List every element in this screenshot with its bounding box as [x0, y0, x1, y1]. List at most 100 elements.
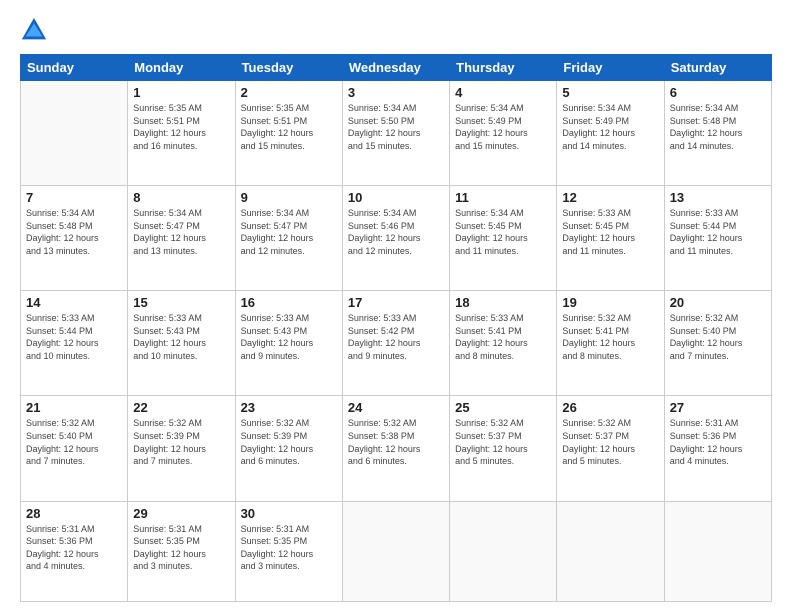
calendar-cell: 13 Sunrise: 5:33 AM Sunset: 5:44 PM Dayli…	[664, 186, 771, 291]
calendar-cell: 11Sunrise: 5:34 AM Sunset: 5:45 PM Dayli…	[450, 186, 557, 291]
calendar-table: SundayMondayTuesdayWednesdayThursdayFrid…	[20, 54, 772, 602]
day-number: 2	[241, 85, 337, 100]
calendar-cell: 16Sunrise: 5:33 AM Sunset: 5:43 PM Dayli…	[235, 291, 342, 396]
calendar-cell	[557, 501, 664, 601]
day-number: 30	[241, 506, 337, 521]
calendar-cell: 21Sunrise: 5:32 AM Sunset: 5:40 PM Dayli…	[21, 396, 128, 501]
day-info: Sunrise: 5:34 AM Sunset: 5:50 PM Dayligh…	[348, 102, 444, 152]
day-number: 1	[133, 85, 229, 100]
header	[20, 16, 772, 44]
day-number: 14	[26, 295, 122, 310]
day-number: 25	[455, 400, 551, 415]
day-number: 23	[241, 400, 337, 415]
weekday-header-sunday: Sunday	[21, 55, 128, 81]
day-number: 11	[455, 190, 551, 205]
calendar-cell	[664, 501, 771, 601]
logo	[20, 16, 52, 44]
calendar-cell: 9 Sunrise: 5:34 AM Sunset: 5:47 PM Daylig…	[235, 186, 342, 291]
calendar-cell: 14Sunrise: 5:33 AM Sunset: 5:44 PM Dayli…	[21, 291, 128, 396]
day-info: Sunrise: 5:31 AM Sunset: 5:35 PM Dayligh…	[241, 523, 337, 573]
day-info: Sunrise: 5:32 AM Sunset: 5:38 PM Dayligh…	[348, 417, 444, 467]
calendar-cell: 24Sunrise: 5:32 AM Sunset: 5:38 PM Dayli…	[342, 396, 449, 501]
calendar-cell: 25 Sunrise: 5:32 AM Sunset: 5:37 PM Dayli…	[450, 396, 557, 501]
day-info: Sunrise: 5:34 AM Sunset: 5:48 PM Dayligh…	[26, 207, 122, 257]
day-info: Sunrise: 5:33 AM Sunset: 5:41 PM Dayligh…	[455, 312, 551, 362]
day-number: 20	[670, 295, 766, 310]
calendar-cell: 26 Sunrise: 5:32 AM Sunset: 5:37 PM Dayli…	[557, 396, 664, 501]
day-number: 5	[562, 85, 658, 100]
weekday-header-thursday: Thursday	[450, 55, 557, 81]
weekday-header-row: SundayMondayTuesdayWednesdayThursdayFrid…	[21, 55, 772, 81]
calendar-cell: 8 Sunrise: 5:34 AM Sunset: 5:47 PM Daylig…	[128, 186, 235, 291]
calendar-cell: 28Sunrise: 5:31 AM Sunset: 5:36 PM Dayli…	[21, 501, 128, 601]
day-info: Sunrise: 5:31 AM Sunset: 5:36 PM Dayligh…	[670, 417, 766, 467]
day-info: Sunrise: 5:34 AM Sunset: 5:47 PM Dayligh…	[133, 207, 229, 257]
day-info: Sunrise: 5:33 AM Sunset: 5:42 PM Dayligh…	[348, 312, 444, 362]
calendar-week-row: 1 Sunrise: 5:35 AM Sunset: 5:51 PM Daylig…	[21, 81, 772, 186]
day-number: 18	[455, 295, 551, 310]
day-info: Sunrise: 5:33 AM Sunset: 5:43 PM Dayligh…	[133, 312, 229, 362]
calendar-cell: 2 Sunrise: 5:35 AM Sunset: 5:51 PM Daylig…	[235, 81, 342, 186]
calendar-cell: 15 Sunrise: 5:33 AM Sunset: 5:43 PM Dayli…	[128, 291, 235, 396]
calendar-cell: 1Sunrise: 5:35 AM Sunset: 5:51 PM Daylig…	[128, 81, 235, 186]
calendar-cell: 7Sunrise: 5:34 AM Sunset: 5:48 PM Daylig…	[21, 186, 128, 291]
calendar-cell: 30 Sunrise: 5:31 AM Sunset: 5:35 PM Dayli…	[235, 501, 342, 601]
day-info: Sunrise: 5:32 AM Sunset: 5:41 PM Dayligh…	[562, 312, 658, 362]
day-info: Sunrise: 5:32 AM Sunset: 5:40 PM Dayligh…	[670, 312, 766, 362]
day-info: Sunrise: 5:34 AM Sunset: 5:48 PM Dayligh…	[670, 102, 766, 152]
day-number: 27	[670, 400, 766, 415]
day-info: Sunrise: 5:31 AM Sunset: 5:35 PM Dayligh…	[133, 523, 229, 573]
calendar-week-row: 21Sunrise: 5:32 AM Sunset: 5:40 PM Dayli…	[21, 396, 772, 501]
calendar-cell: 10 Sunrise: 5:34 AM Sunset: 5:46 PM Dayli…	[342, 186, 449, 291]
day-number: 10	[348, 190, 444, 205]
calendar-cell: 20 Sunrise: 5:32 AM Sunset: 5:40 PM Dayli…	[664, 291, 771, 396]
day-number: 12	[562, 190, 658, 205]
day-number: 29	[133, 506, 229, 521]
day-number: 17	[348, 295, 444, 310]
day-info: Sunrise: 5:33 AM Sunset: 5:44 PM Dayligh…	[670, 207, 766, 257]
day-number: 19	[562, 295, 658, 310]
day-info: Sunrise: 5:34 AM Sunset: 5:49 PM Dayligh…	[562, 102, 658, 152]
calendar-week-row: 7Sunrise: 5:34 AM Sunset: 5:48 PM Daylig…	[21, 186, 772, 291]
calendar-cell: 22 Sunrise: 5:32 AM Sunset: 5:39 PM Dayli…	[128, 396, 235, 501]
calendar-week-row: 14Sunrise: 5:33 AM Sunset: 5:44 PM Dayli…	[21, 291, 772, 396]
calendar-week-row: 28Sunrise: 5:31 AM Sunset: 5:36 PM Dayli…	[21, 501, 772, 601]
day-info: Sunrise: 5:32 AM Sunset: 5:37 PM Dayligh…	[455, 417, 551, 467]
weekday-header-wednesday: Wednesday	[342, 55, 449, 81]
day-number: 4	[455, 85, 551, 100]
weekday-header-saturday: Saturday	[664, 55, 771, 81]
day-number: 22	[133, 400, 229, 415]
day-number: 3	[348, 85, 444, 100]
day-number: 15	[133, 295, 229, 310]
calendar-cell: 6 Sunrise: 5:34 AM Sunset: 5:48 PM Daylig…	[664, 81, 771, 186]
day-info: Sunrise: 5:32 AM Sunset: 5:39 PM Dayligh…	[133, 417, 229, 467]
calendar-cell: 5 Sunrise: 5:34 AM Sunset: 5:49 PM Daylig…	[557, 81, 664, 186]
calendar-cell: 27 Sunrise: 5:31 AM Sunset: 5:36 PM Dayli…	[664, 396, 771, 501]
day-info: Sunrise: 5:32 AM Sunset: 5:40 PM Dayligh…	[26, 417, 122, 467]
day-number: 6	[670, 85, 766, 100]
day-info: Sunrise: 5:33 AM Sunset: 5:43 PM Dayligh…	[241, 312, 337, 362]
day-info: Sunrise: 5:31 AM Sunset: 5:36 PM Dayligh…	[26, 523, 122, 573]
day-number: 13	[670, 190, 766, 205]
calendar-cell	[21, 81, 128, 186]
day-info: Sunrise: 5:34 AM Sunset: 5:47 PM Dayligh…	[241, 207, 337, 257]
day-info: Sunrise: 5:35 AM Sunset: 5:51 PM Dayligh…	[241, 102, 337, 152]
day-info: Sunrise: 5:33 AM Sunset: 5:45 PM Dayligh…	[562, 207, 658, 257]
calendar-cell	[342, 501, 449, 601]
day-number: 26	[562, 400, 658, 415]
weekday-header-friday: Friday	[557, 55, 664, 81]
calendar-cell: 18 Sunrise: 5:33 AM Sunset: 5:41 PM Dayli…	[450, 291, 557, 396]
day-number: 9	[241, 190, 337, 205]
calendar-cell: 4Sunrise: 5:34 AM Sunset: 5:49 PM Daylig…	[450, 81, 557, 186]
calendar-cell: 19 Sunrise: 5:32 AM Sunset: 5:41 PM Dayli…	[557, 291, 664, 396]
calendar-cell	[450, 501, 557, 601]
day-info: Sunrise: 5:34 AM Sunset: 5:46 PM Dayligh…	[348, 207, 444, 257]
calendar-cell: 12 Sunrise: 5:33 AM Sunset: 5:45 PM Dayli…	[557, 186, 664, 291]
logo-icon	[20, 16, 48, 44]
page: SundayMondayTuesdayWednesdayThursdayFrid…	[0, 0, 792, 612]
calendar-cell: 17 Sunrise: 5:33 AM Sunset: 5:42 PM Dayli…	[342, 291, 449, 396]
day-info: Sunrise: 5:32 AM Sunset: 5:37 PM Dayligh…	[562, 417, 658, 467]
calendar-cell: 3 Sunrise: 5:34 AM Sunset: 5:50 PM Daylig…	[342, 81, 449, 186]
weekday-header-monday: Monday	[128, 55, 235, 81]
day-number: 8	[133, 190, 229, 205]
